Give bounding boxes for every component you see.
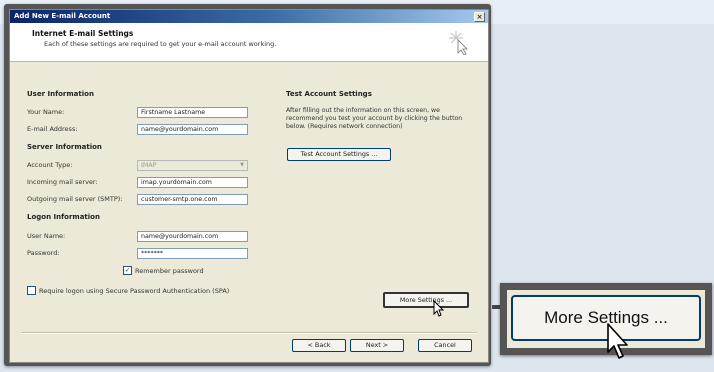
email-address-field[interactable]: name@yourdomain.com xyxy=(137,124,248,135)
remember-password-label: Remember password xyxy=(135,267,204,275)
mouse-cursor-icon xyxy=(433,300,444,317)
title-bar: Add New E-mail Account × xyxy=(10,10,488,23)
password-field[interactable]: ******* xyxy=(137,248,248,259)
cancel-button[interactable]: Cancel xyxy=(418,339,472,352)
button-divider xyxy=(21,332,477,334)
outgoing-server-label: Outgoing mail server (SMTP): xyxy=(27,195,123,203)
chevron-down-icon: ▼ xyxy=(240,162,244,168)
next-button[interactable]: Next > xyxy=(350,339,404,352)
test-account-settings-button[interactable]: Test Account Settings ... xyxy=(287,148,391,161)
spa-label: Require logon using Secure Password Auth… xyxy=(39,287,230,295)
wizard-sparkle-icon xyxy=(449,31,468,55)
password-label: Password: xyxy=(27,249,60,257)
checkbox-icon[interactable] xyxy=(27,286,36,295)
your-name-field[interactable]: Firstname Lastname xyxy=(137,107,248,118)
close-icon[interactable]: × xyxy=(474,12,485,22)
outgoing-server-field[interactable]: customer-smtp.one.com xyxy=(137,194,248,205)
header-subtitle: Each of these settings are required to g… xyxy=(44,40,277,48)
logon-information-heading: Logon Information xyxy=(27,213,100,221)
mouse-cursor-icon xyxy=(607,323,628,359)
wizard-header: Internet E-mail Settings Each of these s… xyxy=(10,23,488,62)
email-address-label: E-mail Address: xyxy=(27,125,78,133)
your-name-label: Your Name: xyxy=(27,108,65,116)
user-information-heading: User Information xyxy=(27,90,94,98)
user-name-label: User Name: xyxy=(27,232,66,240)
test-account-heading: Test Account Settings xyxy=(286,90,372,98)
test-account-description: After filling out the information on thi… xyxy=(286,107,463,130)
add-email-account-dialog: Add New E-mail Account × Internet E-mail… xyxy=(9,9,489,363)
incoming-server-field[interactable]: imap.yourdomain.com xyxy=(137,177,248,188)
dialog-title: Add New E-mail Account xyxy=(14,12,111,20)
callout-connector xyxy=(492,305,500,309)
account-type-select[interactable]: IMAP ▼ xyxy=(137,160,248,171)
server-information-heading: Server Information xyxy=(27,143,102,151)
user-name-field[interactable]: name@yourdomain.com xyxy=(137,231,248,242)
account-type-label: Account Type: xyxy=(27,161,73,169)
more-settings-button[interactable]: More Settings ... xyxy=(383,292,469,308)
account-type-value: IMAP xyxy=(141,162,157,169)
incoming-server-label: Incoming mail server: xyxy=(27,178,98,186)
back-button[interactable]: < Back xyxy=(292,339,346,352)
checkbox-checked-icon[interactable]: ✓ xyxy=(123,266,132,275)
header-title: Internet E-mail Settings xyxy=(32,29,134,38)
